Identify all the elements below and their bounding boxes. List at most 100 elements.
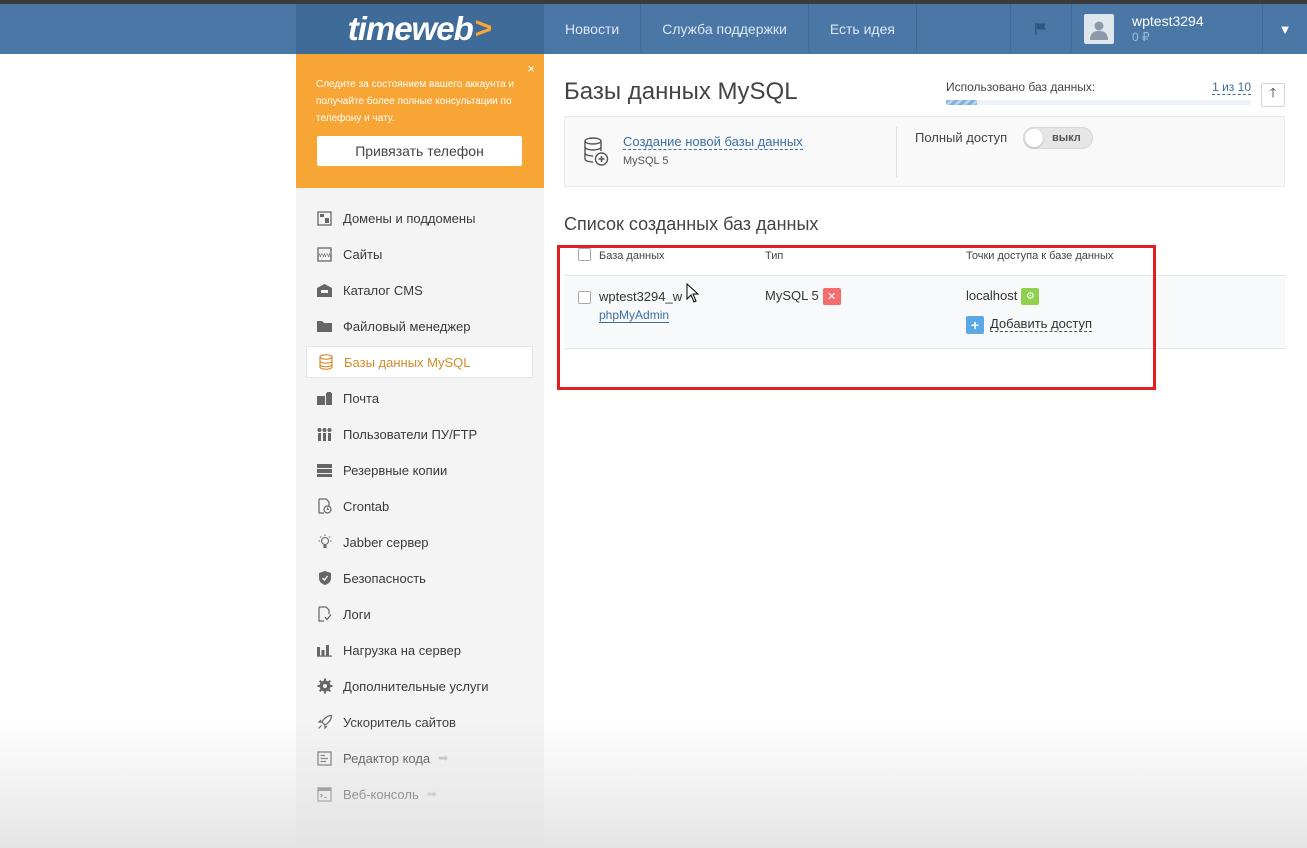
- bottom-fade: [0, 720, 1307, 848]
- delete-db-button[interactable]: ✕: [822, 288, 841, 306]
- sidebar-item-ftp-users[interactable]: Пользователи ПУ/FTP: [306, 418, 533, 450]
- sidebar-menu: Домены и поддомены www Сайты Каталог CMS…: [306, 202, 533, 814]
- column-header-access: Точки доступа к базе данных: [966, 250, 1114, 262]
- sidebar-item-label: Веб-консоль: [343, 786, 419, 802]
- mouse-cursor-icon: [686, 283, 700, 303]
- table-header: База данных Тип Точки доступа к базе дан…: [564, 244, 1285, 276]
- divider: [896, 127, 897, 177]
- sidebar-item-server-load[interactable]: Нагрузка на сервер: [306, 634, 533, 666]
- host-settings-button[interactable]: ⚙: [1021, 288, 1040, 306]
- sidebar-item-web-console[interactable]: Веб-консоль ➡: [306, 778, 533, 810]
- plus-icon: +: [970, 317, 980, 333]
- promo-banner: × Следите за состоянием вашего аккаунта …: [296, 54, 544, 188]
- gear-icon: ⚙: [1025, 291, 1035, 303]
- nav-support[interactable]: Служба поддержки: [641, 4, 809, 54]
- svg-text:www: www: [317, 252, 332, 259]
- select-all-checkbox[interactable]: [578, 248, 591, 261]
- sidebar-item-security[interactable]: Безопасность: [306, 562, 533, 594]
- db-list-title: Список созданных баз данных: [564, 214, 819, 234]
- sites-icon: www: [316, 246, 333, 263]
- nav-news[interactable]: Новости: [544, 4, 642, 54]
- create-db-version: MySQL 5: [623, 155, 669, 167]
- user-name: wptest3294: [1132, 13, 1204, 29]
- phpmyadmin-link[interactable]: phpMyAdmin: [599, 308, 670, 323]
- sidebar-item-crontab[interactable]: Crontab: [306, 490, 533, 522]
- promo-text: Следите за состоянием вашего аккаунта и …: [316, 79, 515, 124]
- access-host: localhost: [966, 288, 1018, 303]
- sidebar-item-label: Почта: [343, 390, 380, 406]
- sidebar-item-cms-catalog[interactable]: Каталог CMS: [306, 274, 533, 306]
- add-access-link[interactable]: Добавить доступ: [990, 316, 1093, 333]
- sidebar-item-extra-services[interactable]: Дополнительные услуги: [306, 670, 533, 702]
- users-icon: [316, 426, 333, 443]
- database-icon: [317, 354, 334, 371]
- sidebar-item-site-accelerator[interactable]: Ускоритель сайтов: [306, 706, 533, 738]
- gear-icon: [316, 678, 333, 695]
- flag-icon: [1035, 23, 1046, 35]
- toggle-knob: [1025, 129, 1043, 147]
- sidebar-item-label: Сайты: [343, 246, 383, 262]
- bind-phone-button[interactable]: Привязать телефон: [317, 136, 522, 166]
- external-arrow-icon: ➡: [426, 787, 437, 801]
- sidebar-item-label: Безопасность: [343, 570, 426, 586]
- close-icon[interactable]: ×: [527, 61, 535, 76]
- backup-icon: [316, 462, 333, 479]
- sidebar-item-label: Ускоритель сайтов: [343, 714, 456, 730]
- nav-idea[interactable]: Есть идея: [809, 4, 917, 54]
- sidebar-item-mysql[interactable]: Базы данных MySQL: [306, 346, 533, 378]
- full-access-label: Полный доступ: [915, 130, 1008, 145]
- sidebar-item-label: Домены и поддомены: [343, 210, 476, 226]
- sidebar: × Следите за состоянием вашего аккаунта …: [296, 54, 544, 848]
- lightbulb-icon: [316, 534, 333, 551]
- rocket-icon: [316, 714, 333, 731]
- add-access-button[interactable]: +: [966, 316, 984, 334]
- avatar: [1084, 14, 1114, 44]
- sidebar-item-mail[interactable]: Почта: [306, 382, 533, 414]
- notifications-flag[interactable]: [1010, 4, 1072, 54]
- row-checkbox[interactable]: [578, 291, 591, 304]
- usage-count-link[interactable]: 1 из 10: [1212, 80, 1251, 95]
- sidebar-item-domains[interactable]: Домены и поддомены: [306, 202, 533, 234]
- bar-chart-icon: [316, 642, 333, 659]
- user-dropdown[interactable]: ▼: [1262, 4, 1307, 54]
- sidebar-item-label: Файловый менеджер: [343, 318, 471, 334]
- sidebar-item-jabber[interactable]: Jabber сервер: [306, 526, 533, 558]
- sidebar-item-label: Логи: [343, 606, 371, 622]
- db-type: MySQL 5: [765, 288, 819, 303]
- close-icon: ✕: [827, 291, 837, 304]
- sidebar-item-code-editor[interactable]: Редактор кода ➡: [306, 742, 533, 774]
- sidebar-item-file-manager[interactable]: Файловый менеджер: [306, 310, 533, 342]
- top-nav: Новости Служба поддержки Есть идея: [544, 4, 917, 54]
- crontab-icon: [316, 498, 333, 515]
- scroll-up-button[interactable]: 🡑: [1261, 83, 1285, 107]
- sidebar-item-label: Crontab: [343, 498, 390, 514]
- logo-arrow-icon: >: [474, 12, 493, 45]
- shield-icon: [316, 570, 333, 587]
- sidebar-item-label: Дополнительные услуги: [343, 678, 489, 694]
- table-row: wptest3294_w phpMyAdmin MySQL 5 ✕ localho…: [564, 276, 1285, 349]
- sidebar-item-label: Базы данных MySQL: [344, 354, 471, 370]
- logo-text: timeweb: [347, 10, 474, 47]
- usage-label: Использовано баз данных:: [946, 80, 1096, 94]
- create-db-link[interactable]: Создание новой базы данных: [623, 134, 803, 150]
- arrow-up-icon: 🡑: [1269, 85, 1277, 100]
- sidebar-item-label: Jabber сервер: [343, 534, 429, 550]
- top-bar: timeweb > Новости Служба поддержки Есть …: [0, 0, 1307, 54]
- user-menu[interactable]: wptest3294 0 ₽: [1072, 4, 1262, 54]
- sidebar-item-label: Пользователи ПУ/FTP: [343, 426, 478, 442]
- sidebar-item-sites[interactable]: www Сайты: [306, 238, 533, 270]
- toggle-state: выкл: [1052, 132, 1081, 144]
- user-avatar-icon: [1090, 21, 1108, 40]
- db-usage: Использовано баз данных: 1 из 10: [946, 80, 1251, 105]
- cms-catalog-icon: [316, 282, 333, 299]
- usage-progress-bar: [946, 100, 1251, 105]
- console-icon: [316, 786, 333, 803]
- code-editor-icon: [316, 750, 333, 767]
- sidebar-item-logs[interactable]: Логи: [306, 598, 533, 630]
- user-balance: 0 ₽: [1132, 30, 1150, 44]
- full-access-toggle[interactable]: выкл: [1023, 127, 1093, 149]
- sidebar-item-backups[interactable]: Резервные копии: [306, 454, 533, 486]
- logo[interactable]: timeweb >: [296, 4, 544, 54]
- page-title: Базы данных MySQL: [564, 78, 798, 105]
- sidebar-item-label: Резервные копии: [343, 462, 448, 478]
